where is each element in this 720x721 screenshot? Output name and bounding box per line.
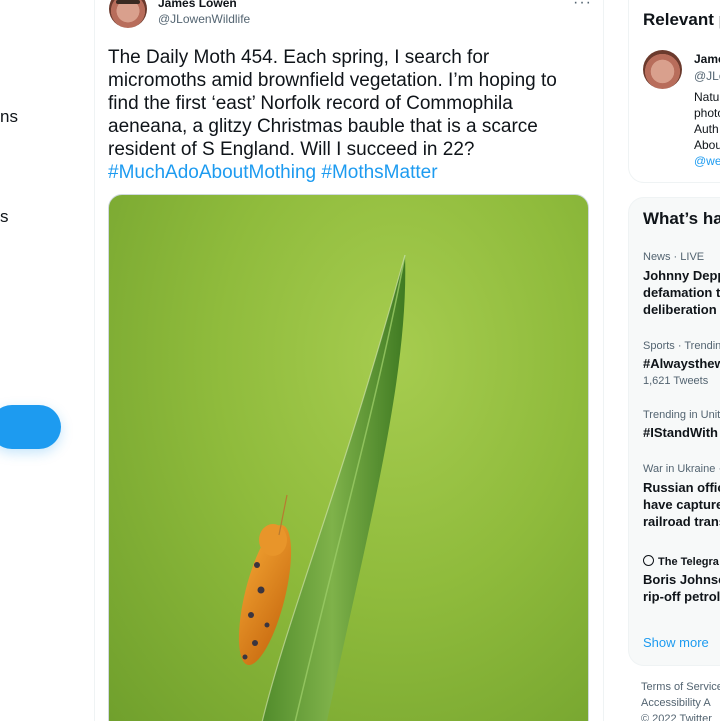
tweet-text-line: resident of S England. Will I succeed in… bbox=[108, 139, 475, 160]
author-handle[interactable]: @JLowenWildlife bbox=[158, 12, 250, 26]
trend-title: #Alwaysthew bbox=[643, 356, 720, 371]
hashtag-link[interactable]: #MothsMatter bbox=[321, 162, 437, 183]
footer-copyright: © 2022 Twitter bbox=[641, 713, 712, 721]
left-navigation: ns s bbox=[0, 0, 94, 721]
hashtag-link[interactable]: #MuchAdoAboutMothing bbox=[108, 162, 316, 183]
trend-meta: Sports · Trendin bbox=[643, 340, 720, 352]
tweet-button[interactable] bbox=[0, 405, 61, 449]
trend-source-name: The Telegra bbox=[658, 556, 719, 568]
footer-terms-link[interactable]: Terms of Service bbox=[641, 681, 720, 693]
bio-line: Abou bbox=[694, 138, 720, 152]
tweet-text-line: aeneana, a glitzy Christmas bauble that … bbox=[108, 116, 538, 137]
tweet-photo[interactable] bbox=[108, 194, 589, 721]
relevant-name[interactable]: Jame bbox=[694, 52, 720, 66]
trends-title: What’s ha bbox=[643, 209, 720, 228]
more-options-icon[interactable]: ··· bbox=[573, 0, 592, 12]
tweet-text-line: The Daily Moth 454. Each spring, I searc… bbox=[108, 47, 490, 68]
tweet-detail: James Lowen @JLowenWildlife ··· The Dail… bbox=[94, 0, 604, 721]
trend-meta: War in Ukraine · bbox=[643, 463, 720, 475]
trend-title: defamation t bbox=[643, 285, 720, 300]
relevant-people-card: Relevant p Jame @JLo Natu photo Auth Abo… bbox=[628, 0, 720, 183]
trend-count: 1,621 Tweets bbox=[643, 375, 709, 387]
right-sidebar: Relevant p Jame @JLo Natu photo Auth Abo… bbox=[628, 0, 720, 721]
moth-on-leaf-image bbox=[238, 254, 406, 721]
bio-link[interactable]: @we bbox=[694, 153, 720, 169]
trend-meta: Trending in Unit bbox=[643, 409, 720, 421]
trends-card: What’s ha News · LIVE Johnny Depp defama… bbox=[628, 197, 720, 666]
bio-line: photo bbox=[694, 106, 720, 120]
globe-icon bbox=[643, 555, 654, 566]
trend-source: The Telegra bbox=[643, 555, 719, 568]
trend-title: railroad trans bbox=[643, 514, 720, 529]
trend-title: have capture bbox=[643, 497, 720, 512]
trend-title: deliberation bbox=[643, 302, 717, 317]
trend-meta: News · LIVE bbox=[643, 251, 705, 263]
tweet-text-line: find the first ‘east’ Norfolk record of … bbox=[108, 93, 513, 114]
relevant-handle[interactable]: @JLo bbox=[694, 69, 720, 83]
relevant-avatar[interactable] bbox=[643, 50, 682, 89]
trend-title: rip-off petrol bbox=[643, 589, 720, 604]
bio-line: Natu bbox=[694, 90, 720, 104]
tweet-text: The Daily Moth 454. Each spring, I searc… bbox=[108, 46, 598, 161]
show-more-link[interactable]: Show more bbox=[643, 635, 709, 650]
trend-title: #IStandWith bbox=[643, 425, 718, 440]
relevant-people-title: Relevant p bbox=[643, 10, 720, 29]
trend-title: Boris Johnso bbox=[643, 572, 720, 587]
bio-line: Auth bbox=[694, 122, 719, 136]
author-avatar[interactable] bbox=[109, 0, 147, 28]
nav-item-notifications[interactable]: ns bbox=[0, 107, 18, 127]
relevant-bio: Natu photo Auth Abou @we bbox=[694, 89, 720, 169]
tweet-text-line: micromoths amid brownfield vegetation. I… bbox=[108, 70, 557, 91]
trend-title: Johnny Depp bbox=[643, 268, 720, 283]
tweet-hashtags: #MuchAdoAboutMothing #MothsMatter bbox=[108, 161, 438, 184]
author-name[interactable]: James Lowen bbox=[158, 0, 237, 10]
footer-accessibility-link[interactable]: Accessibility A bbox=[641, 697, 711, 709]
nav-item-lists[interactable]: s bbox=[0, 207, 9, 227]
trend-title: Russian offic bbox=[643, 480, 720, 495]
